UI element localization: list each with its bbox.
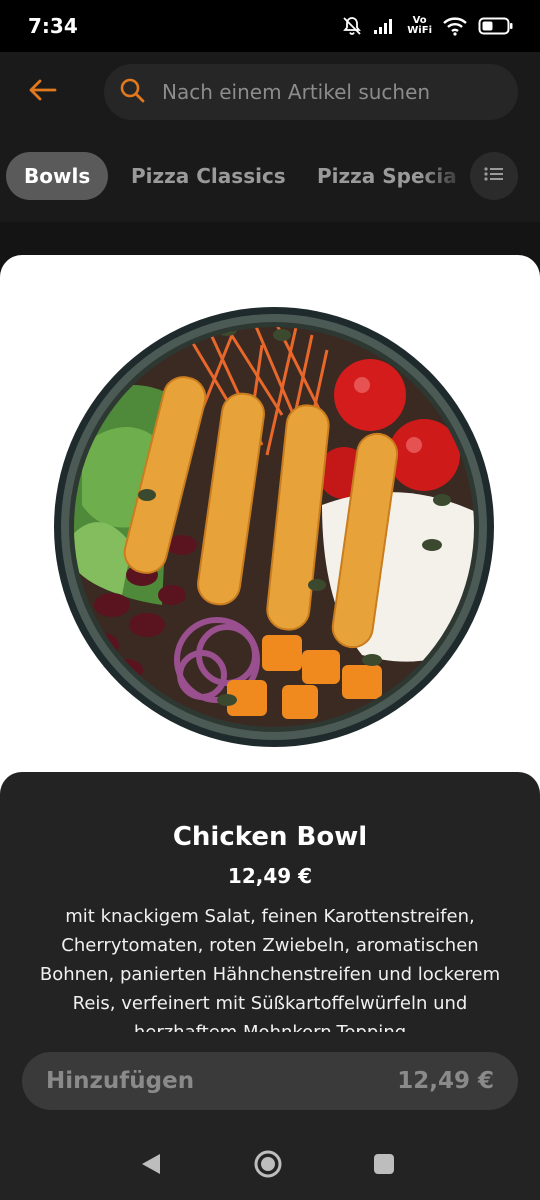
- add-to-cart-button[interactable]: Hinzufügen 12,49 €: [22, 1052, 518, 1110]
- tab-pizza-classics[interactable]: Pizza Classics: [131, 152, 286, 200]
- search-placeholder: Nach einem Artikel suchen: [162, 80, 431, 104]
- status-icons: Vo WiFi: [341, 15, 514, 37]
- chicken-bowl-image: [54, 307, 494, 747]
- category-list-button[interactable]: [470, 152, 518, 200]
- search-input[interactable]: Nach einem Artikel suchen: [104, 64, 518, 120]
- add-to-cart-label: Hinzufügen: [46, 1068, 195, 1094]
- list-filter-icon: [483, 165, 505, 187]
- category-tabs: Bowls Pizza Classics Pizza Specia: [0, 132, 540, 222]
- nav-home-button[interactable]: [248, 1146, 288, 1186]
- tabs-fade: [420, 152, 470, 200]
- nav-back-icon: [140, 1152, 162, 1180]
- nav-back-button[interactable]: [131, 1146, 171, 1186]
- nav-home-icon: [253, 1149, 283, 1183]
- add-to-cart-price: 12,49 €: [397, 1068, 494, 1094]
- vowifi-bottom: WiFi: [407, 25, 432, 36]
- signal-icon: [373, 17, 397, 35]
- battery-icon: [478, 16, 514, 36]
- search-icon: [118, 76, 146, 108]
- nav-recents-button[interactable]: [364, 1146, 404, 1186]
- vowifi-indicator: Vo WiFi: [407, 16, 432, 36]
- arrow-left-icon: [27, 78, 57, 106]
- product-description: mit knackigem Salat, feinen Karottenstre…: [39, 906, 501, 1032]
- status-time: 7:34: [28, 14, 78, 38]
- system-navigation-bar: [0, 1130, 540, 1200]
- tab-bowls[interactable]: Bowls: [6, 152, 109, 200]
- wifi-icon: [442, 16, 468, 36]
- nav-recents-icon: [372, 1152, 396, 1180]
- product-title: Chicken Bowl: [172, 822, 368, 852]
- product-price: 12,49 €: [227, 864, 313, 888]
- bell-off-icon: [341, 15, 363, 37]
- app-bar: Nach einem Artikel suchen: [0, 52, 540, 132]
- back-button[interactable]: [20, 72, 64, 112]
- status-bar: 7:34 Vo WiFi: [0, 0, 540, 52]
- product-description-container: mit knackigem Salat, feinen Karottenstre…: [30, 902, 510, 1032]
